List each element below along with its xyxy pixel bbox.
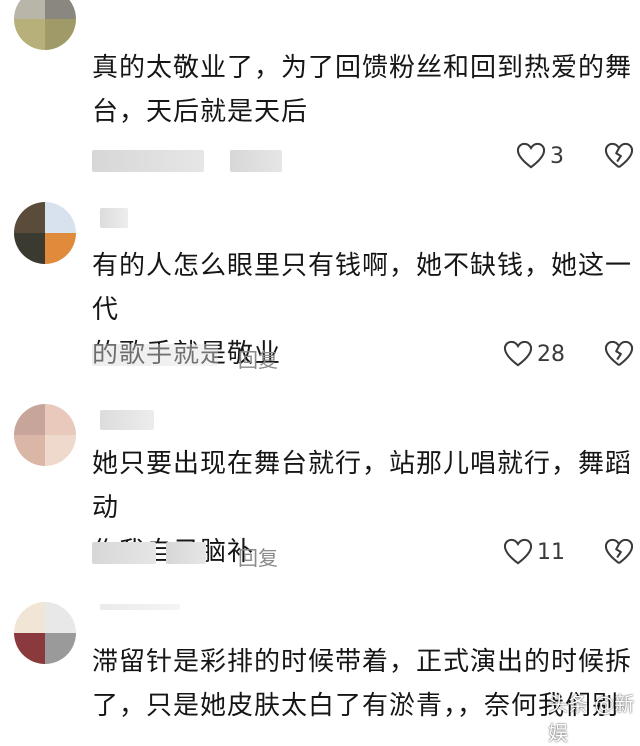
avatar-pixel bbox=[45, 233, 76, 264]
avatar-pixel bbox=[45, 633, 76, 664]
avatar-pixel bbox=[45, 0, 76, 19]
username-blurred[interactable] bbox=[100, 208, 128, 228]
comment-line: 真的太敬业了，为了回馈粉丝和回到热爱的舞 bbox=[92, 53, 633, 83]
like-count: 3 bbox=[550, 143, 564, 169]
broken-heart-icon bbox=[604, 538, 634, 565]
timestamp-blurred bbox=[92, 542, 156, 564]
comment-line: 她只要出现在舞台就行，站那儿唱就行，舞蹈动 bbox=[92, 449, 633, 523]
dislike-button[interactable] bbox=[604, 340, 634, 372]
timestamp-blurred bbox=[92, 344, 218, 366]
comment-line: 滞留针是彩排的时候带着，正式演出的时候拆 bbox=[92, 647, 633, 677]
like-count: 28 bbox=[537, 341, 565, 367]
like-button[interactable]: 28 bbox=[503, 340, 565, 368]
username-blurred[interactable] bbox=[100, 604, 180, 610]
avatar-pixel bbox=[45, 602, 76, 633]
reply-blurred bbox=[230, 150, 282, 172]
avatar-pixel bbox=[14, 404, 45, 435]
comment-line: 台，天后就是天后 bbox=[92, 97, 309, 127]
like-button[interactable]: 11 bbox=[503, 538, 565, 566]
avatar-pixel bbox=[14, 633, 45, 664]
avatar[interactable] bbox=[14, 602, 76, 664]
avatar[interactable] bbox=[14, 202, 76, 264]
broken-heart-icon bbox=[604, 142, 634, 169]
avatar-pixel bbox=[14, 435, 45, 466]
reply-button[interactable]: 回复 bbox=[238, 344, 278, 373]
watermark: 头条 @新娱 bbox=[548, 692, 635, 745]
username-blurred[interactable] bbox=[100, 410, 154, 430]
dislike-button[interactable] bbox=[604, 142, 634, 174]
avatar-pixel bbox=[45, 435, 76, 466]
avatar-pixel bbox=[14, 233, 45, 264]
timestamp-blurred bbox=[92, 150, 204, 172]
timestamp-blurred bbox=[166, 542, 206, 564]
avatar-pixel bbox=[14, 602, 45, 633]
like-count: 11 bbox=[537, 539, 565, 565]
broken-heart-icon bbox=[604, 340, 634, 367]
avatar-pixel bbox=[14, 19, 45, 50]
heart-outline-icon bbox=[503, 538, 533, 565]
avatar[interactable] bbox=[14, 404, 76, 466]
avatar-pixel bbox=[45, 19, 76, 50]
comment-text: 真的太敬业了，为了回馈粉丝和回到热爱的舞 台，天后就是天后 bbox=[92, 46, 632, 134]
avatar-pixel bbox=[14, 202, 45, 233]
avatar[interactable] bbox=[14, 0, 76, 50]
avatar-pixel bbox=[14, 0, 45, 19]
heart-outline-icon bbox=[503, 340, 533, 367]
reply-button[interactable]: 回复 bbox=[238, 542, 278, 571]
dislike-button[interactable] bbox=[604, 538, 634, 570]
like-button[interactable]: 3 bbox=[516, 142, 564, 170]
avatar-pixel bbox=[45, 202, 76, 233]
avatar-pixel bbox=[45, 404, 76, 435]
comment-line: 有的人怎么眼里只有钱啊，她不缺钱，她这一代 bbox=[92, 251, 633, 325]
heart-outline-icon bbox=[516, 142, 546, 169]
